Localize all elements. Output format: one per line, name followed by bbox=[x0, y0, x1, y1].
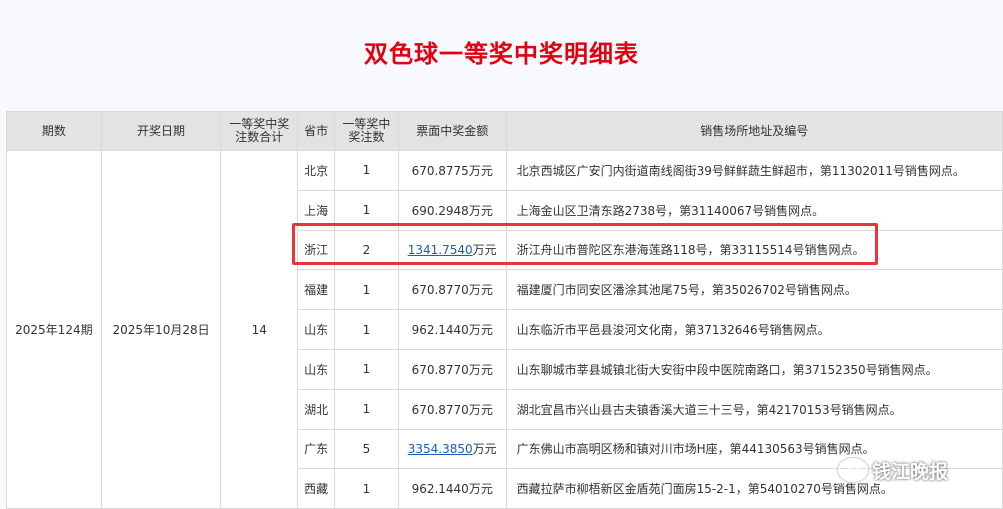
first-count-cell: 5 bbox=[334, 428, 399, 470]
province-cell: 北京 bbox=[297, 150, 336, 191]
province-cell: 上海 bbox=[297, 189, 336, 231]
first-count-cell: 1 bbox=[334, 468, 399, 509]
address-cell: 山东临沂市平邑县浚河文化南，第37132646号销售网点。 bbox=[505, 309, 1003, 350]
header-first-count-label: 一等奖中奖注数 bbox=[342, 117, 391, 144]
ticket-amount-value: 962.1440万元 bbox=[411, 482, 493, 497]
header-province: 省市 bbox=[297, 111, 336, 151]
ticket-amount-cell: 962.1440万元 bbox=[397, 309, 507, 350]
header-address: 销售场所地址及编号 bbox=[505, 111, 1003, 151]
ticket-amount-cell: 670.8770万元 bbox=[397, 348, 507, 390]
ticket-amount-cell: 1341.7540万元 bbox=[397, 229, 507, 271]
province-cell: 西藏 bbox=[297, 468, 336, 509]
ticket-amount-cell: 670.8775万元 bbox=[397, 150, 507, 191]
first-count-cell: 1 bbox=[334, 348, 399, 390]
amount-unit: 万元 bbox=[472, 243, 497, 258]
ticket-amount-link[interactable]: 1341.7540 bbox=[408, 243, 473, 257]
address-cell: 湖北宜昌市兴山县古夫镇香溪大道三十三号，第42170153号销售网点。 bbox=[505, 388, 1003, 430]
header-ticket-amount: 票面中奖金额 bbox=[397, 111, 507, 151]
header-period: 期数 bbox=[6, 111, 102, 151]
header-row: 期数 开奖日期 一等奖中奖注数合计 省市 一等奖中奖注数 票面中奖金额 销售场所… bbox=[6, 111, 1003, 151]
winners-table: 期数 开奖日期 一等奖中奖注数合计 省市 一等奖中奖注数 票面中奖金额 销售场所… bbox=[6, 111, 1003, 509]
ticket-amount-cell: 670.8770万元 bbox=[397, 269, 507, 311]
address-cell: 福建厦门市同安区潘涂其池尾75号，第35026702号销售网点。 bbox=[505, 269, 1003, 311]
date-cell: 2025年10月28日 bbox=[100, 149, 222, 509]
ticket-amount-cell: 962.1440万元 bbox=[397, 468, 507, 509]
amount-unit: 万元 bbox=[472, 442, 497, 457]
header-total-first-label: 一等奖中奖注数合计 bbox=[229, 117, 290, 144]
first-count-cell: 1 bbox=[334, 269, 399, 311]
ticket-amount-cell: 690.2948万元 bbox=[397, 189, 507, 231]
address-cell: 浙江舟山市普陀区东港海莲路118号，第33115514号销售网点。 bbox=[505, 229, 1003, 271]
header-first-count: 一等奖中奖注数 bbox=[334, 111, 399, 151]
ticket-amount-value: 690.2948万元 bbox=[411, 203, 493, 218]
address-cell: 北京西城区广安门内街道南线阁街39号鲜鲜蔬生鲜超市，第11302011号销售网点… bbox=[505, 150, 1003, 191]
page-title: 双色球一等奖中奖明细表 bbox=[364, 40, 639, 68]
province-cell: 山东 bbox=[297, 348, 336, 390]
ticket-amount-value: 962.1440万元 bbox=[411, 323, 493, 338]
table-row: 2025年124期 2025年10月28日 14 北京 1 670.8775万元 北京西城区… bbox=[6, 149, 1003, 509]
watermark: 钱江晚报 bbox=[838, 455, 948, 485]
header-date: 开奖日期 bbox=[100, 111, 222, 151]
province-cell: 福建 bbox=[297, 269, 336, 311]
first-count-cell: 1 bbox=[334, 388, 399, 430]
weibo-logo-icon bbox=[838, 458, 868, 482]
ticket-amount-link[interactable]: 3354.3850 bbox=[408, 442, 473, 456]
province-cell: 湖北 bbox=[297, 388, 336, 430]
total-first-cell: 14 bbox=[220, 149, 299, 509]
first-count-cell: 1 bbox=[334, 150, 399, 191]
province-cell: 广东 bbox=[297, 428, 336, 470]
first-count-cell: 1 bbox=[334, 189, 399, 231]
ticket-amount-value: 670.8770万元 bbox=[411, 362, 493, 377]
first-count-cell: 2 bbox=[334, 229, 399, 271]
ticket-amount-value: 670.8775万元 bbox=[411, 163, 493, 178]
address-cell: 山东聊城市莘县城镇北街大安街中段中医院南路口，第37152350号销售网点。 bbox=[505, 348, 1003, 390]
watermark-text: 钱江晚报 bbox=[872, 460, 949, 483]
province-cell: 浙江 bbox=[297, 229, 336, 271]
ticket-amount-value: 670.8770万元 bbox=[411, 283, 493, 298]
period-cell: 2025年124期 bbox=[6, 149, 102, 509]
province-cell: 山东 bbox=[297, 309, 336, 350]
ticket-amount-cell: 3354.3850万元 bbox=[397, 428, 507, 470]
header-total-first: 一等奖中奖注数合计 bbox=[220, 111, 299, 151]
address-cell: 上海金山区卫清东路2738号，第31140067号销售网点。 bbox=[505, 189, 1003, 231]
first-count-cell: 1 bbox=[334, 309, 399, 350]
ticket-amount-cell: 670.8770万元 bbox=[397, 388, 507, 430]
ticket-amount-value: 670.8770万元 bbox=[411, 402, 493, 417]
